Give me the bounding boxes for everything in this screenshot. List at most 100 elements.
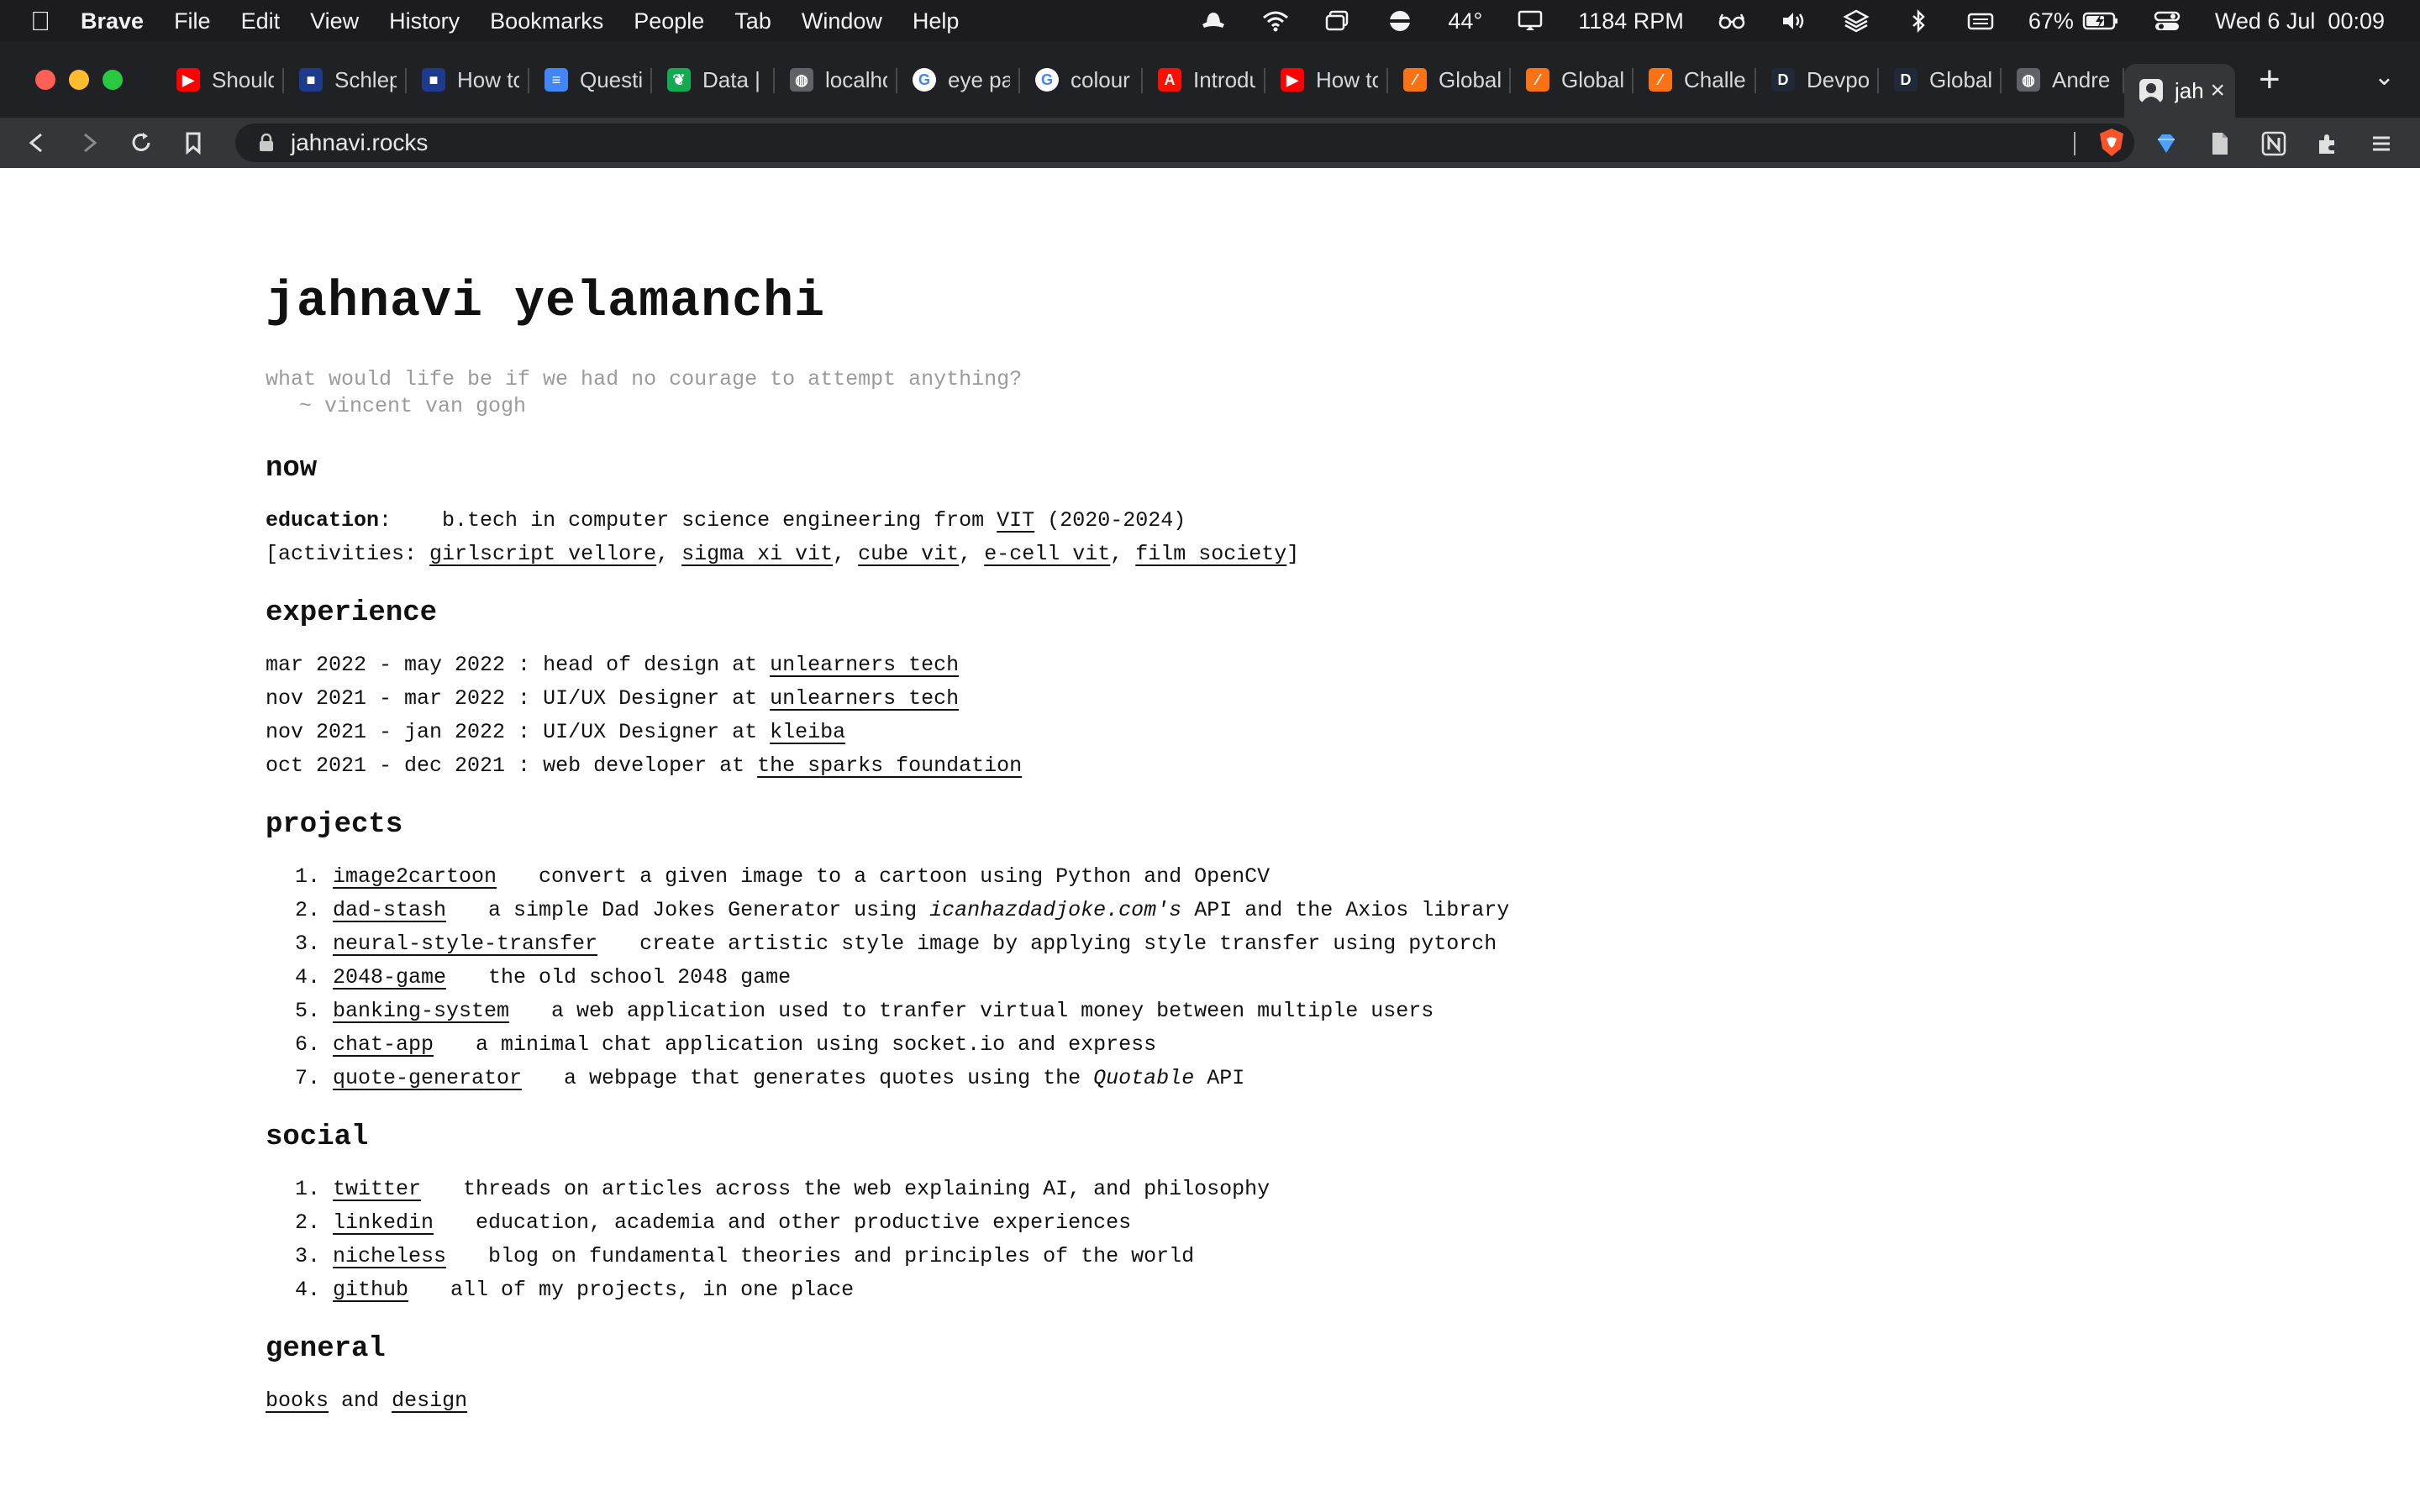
project-link[interactable]: quote-generator [333,1066,522,1090]
social-link-linkedin[interactable]: linkedin [333,1210,434,1235]
experience-org-link[interactable]: unlearners tech [770,686,959,711]
menu-edit[interactable]: Edit [241,8,281,34]
activity-link[interactable]: e-cell vit [984,542,1110,566]
browser-tab[interactable]: ⁄ Challe [1634,55,1756,105]
tab-title: Introdu [1193,66,1255,92]
design-link[interactable]: design [392,1389,467,1413]
social-link-github[interactable]: github [333,1278,408,1302]
project-link[interactable]: 2048-game [333,965,446,990]
browser-tab[interactable]: ▶ How to [1265,55,1388,105]
activity-link[interactable]: film society [1135,542,1286,566]
browser-menu-icon[interactable] [2366,129,2396,159]
experience-org-link[interactable]: kleiba [770,720,845,744]
tab-list: ▶ Should ■ Schlep ■ How to ≡ Questi ❦ Data | ◍ loca… [161,42,2235,118]
new-tab-button[interactable]: + [2259,59,2281,101]
volume-icon[interactable] [1780,9,1808,33]
menu-tab[interactable]: Tab [734,8,771,34]
activity-link[interactable]: girlscript vellore [429,542,656,566]
menu-bookmarks[interactable]: Bookmarks [490,8,603,34]
adobe-icon: A [1158,68,1181,92]
temperature-readout[interactable]: 44° [1448,8,1482,34]
browser-tab[interactable]: Gcolour [1020,55,1143,105]
project-description: a simple Dad Jokes Generator using icanh… [488,898,1509,922]
browser-tab[interactable]: ◍ Andre [2002,55,2124,105]
bluetooth-icon[interactable] [1904,8,1933,34]
notion-extension-icon[interactable] [2259,129,2289,159]
tab-search-chevron-icon[interactable]: ⌄ [2374,62,2395,92]
projects-list: image2cartoon convert a given image to a … [266,860,1778,1095]
zoom-window-button[interactable] [103,70,123,90]
project-link[interactable]: chat-app [333,1032,434,1057]
battery-percent[interactable]: 67% [2028,8,2074,34]
menu-history[interactable]: History [389,8,460,34]
glasses-icon[interactable] [1718,9,1746,33]
project-description: convert a given image to a cartoon using… [539,864,1270,889]
browser-tab[interactable]: ⁄ Global [1511,55,1634,105]
reload-button[interactable] [124,126,158,160]
browser-tab-active[interactable]: jah × [2124,64,2235,118]
minimize-window-button[interactable] [69,70,89,90]
close-tab-icon[interactable]: × [2210,76,2225,105]
page-title: jahnavi yelamanchi [266,274,826,331]
layers-icon[interactable] [1842,9,1870,33]
menu-file[interactable]: File [174,8,211,34]
list-item: image2cartoon convert a given image to a … [333,860,1778,894]
keyboard-icon[interactable] [1966,9,1995,33]
experience-role: UI/UX Designer at [543,686,758,711]
experience-org-link[interactable]: the sparks foundation [757,753,1022,778]
browser-tab[interactable]: ▶ Should [161,55,284,105]
battery-charging-icon[interactable] [2082,9,2119,33]
clock-datetime[interactable]: Wed 6 Jul 00:09 [2215,8,2385,34]
control-center-icon[interactable] [2153,9,2181,33]
experience-item: nov 2021 - mar 2022 : UI/UX Designer at … [266,686,960,711]
activity-link[interactable]: cube vit [858,542,959,566]
experience-dates: mar 2022 - may 2022 [266,653,506,677]
browser-tab[interactable]: D Devpo [1756,55,1879,105]
browser-tab[interactable]: ■ How to [407,55,529,105]
browser-tab[interactable]: ≡ Questi [529,55,652,105]
browser-tab[interactable]: Geye pa [897,55,1020,105]
education-text: b.tech in computer science engineering f… [442,508,985,533]
activity-link[interactable]: sigma xi vit [681,542,833,566]
vit-link[interactable]: VIT [997,508,1034,533]
vpn-globe-icon[interactable] [1386,9,1414,33]
lock-icon[interactable] [259,134,274,152]
browser-tab[interactable]: ◍ localho [775,55,897,105]
brave-shields-icon[interactable] [2096,127,2128,159]
close-window-button[interactable] [35,70,55,90]
experience-org-link[interactable]: unlearners tech [770,653,959,677]
app-name-menu[interactable]: Brave [81,8,144,34]
apple-menu-icon[interactable]:  [30,6,50,37]
diamond-extension-icon[interactable] [2151,129,2181,159]
menu-help[interactable]: Help [913,8,960,34]
project-link[interactable]: image2cartoon [333,864,497,889]
wifi-icon[interactable] [1261,9,1290,33]
windows-stack-icon[interactable] [1323,9,1352,33]
menu-view[interactable]: View [310,8,359,34]
incognito-hat-icon[interactable] [1199,9,1228,33]
browser-tab[interactable]: D Global [1879,55,2002,105]
menu-window[interactable]: Window [802,8,882,34]
browser-tab[interactable]: ■ Schlep [284,55,407,105]
books-link[interactable]: books [266,1389,329,1413]
bookmark-button[interactable] [176,126,210,160]
section-heading-experience: experience [266,597,438,629]
project-link[interactable]: neural-style-transfer [333,932,597,956]
display-icon[interactable] [1516,9,1544,33]
menu-people[interactable]: People [634,8,704,34]
fan-rpm-readout[interactable]: 1184 RPM [1578,8,1684,34]
social-link-nicheless[interactable]: nicheless [333,1244,446,1268]
browser-tab[interactable]: ❦ Data | [652,55,775,105]
browser-tab[interactable]: ⁄ Global [1388,55,1511,105]
address-url[interactable]: jahnavi.rocks [291,129,428,156]
browser-tab[interactable]: A Introdu [1143,55,1265,105]
forward-button[interactable] [72,126,106,160]
address-bar[interactable]: jahnavi.rocks [235,123,2134,162]
project-link[interactable]: dad-stash [333,898,446,922]
document-extension-icon[interactable] [2205,129,2235,159]
project-link[interactable]: banking-system [333,999,509,1023]
social-link-twitter[interactable]: twitter [333,1177,421,1201]
back-button[interactable] [20,126,54,160]
stripes-icon: ⁄ [1526,68,1549,92]
extensions-puzzle-icon[interactable] [2312,129,2343,159]
